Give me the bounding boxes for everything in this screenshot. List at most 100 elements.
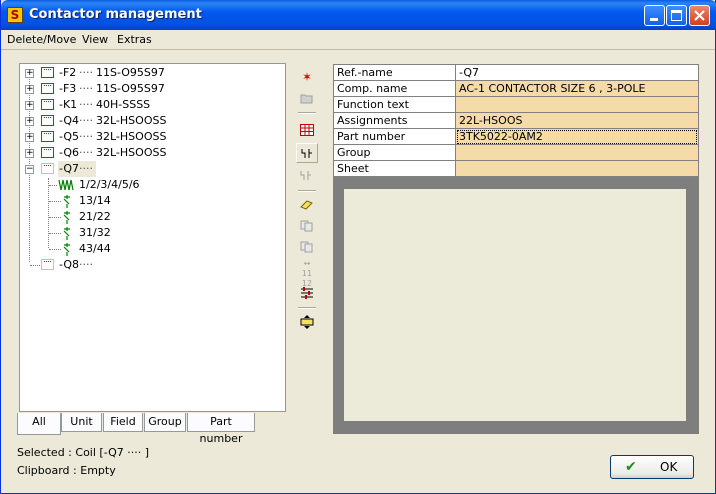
expand-icon[interactable]: + xyxy=(25,117,34,126)
tree-item-f2[interactable]: + -F2 ···· 11S-O95S97 xyxy=(20,65,285,81)
property-value[interactable]: AC-1 CONTACTOR SIZE 6 , 3-POLE xyxy=(456,81,698,97)
property-value[interactable] xyxy=(456,145,698,161)
tree-item-ref: -Q5 xyxy=(59,130,80,143)
property-row[interactable]: Group xyxy=(334,145,698,161)
tree-item-name: 32L-HSOOSS xyxy=(96,130,167,143)
contactor-icon xyxy=(41,147,54,158)
property-value[interactable] xyxy=(456,97,698,113)
tree-item-q8[interactable]: -Q8 ···· xyxy=(20,257,285,273)
contact-icon[interactable] xyxy=(296,143,318,163)
tree-connector xyxy=(49,185,57,186)
tree-item-f3[interactable]: + -F3 ···· 11S-O95S97 xyxy=(20,81,285,97)
settings-icon[interactable] xyxy=(296,283,318,303)
tab-unit[interactable]: Unit xyxy=(61,413,102,432)
property-row[interactable]: Ref.-name -Q7 xyxy=(334,65,698,81)
tab-field[interactable]: Field xyxy=(103,413,143,432)
property-label: Function text xyxy=(334,97,456,113)
expand-icon[interactable]: + xyxy=(25,69,34,78)
delete-icon[interactable]: ✶ xyxy=(296,67,318,87)
contactor-icon xyxy=(41,83,54,94)
contactor-icon xyxy=(41,131,54,142)
menu-view[interactable]: View xyxy=(82,33,108,46)
title-bar[interactable]: S Contactor management xyxy=(1,0,716,30)
property-row[interactable]: Comp. name AC-1 CONTACTOR SIZE 6 , 3-POL… xyxy=(334,81,698,97)
tree-connector xyxy=(49,217,61,218)
no-contact-icon xyxy=(63,195,70,208)
status-selected: Selected : Coil [-Q7 ···· ] xyxy=(17,446,149,459)
tree-child-contact[interactable]: 43/44 xyxy=(20,241,285,257)
paste-icon[interactable] xyxy=(296,237,318,257)
main-contacts-icon xyxy=(58,179,74,191)
tree-child-label: 13/14 xyxy=(79,194,111,207)
tree-item-k1[interactable]: + -K1 ···· 40H-SSSS xyxy=(20,97,285,113)
maximize-button[interactable] xyxy=(666,5,687,26)
property-value[interactable]: 3TK5022-0AM2 xyxy=(456,129,698,145)
tree-item-name: 32L-HSOOSS xyxy=(96,114,167,127)
eraser-icon[interactable] xyxy=(296,195,318,215)
minimize-button[interactable] xyxy=(644,5,665,26)
expand-icon[interactable]: + xyxy=(25,149,34,158)
ok-button[interactable]: ✔ OK xyxy=(610,455,694,479)
table-icon[interactable] xyxy=(296,120,318,140)
tree-child-contact[interactable]: 31/32 xyxy=(20,225,285,241)
tree-item-dots: ···· xyxy=(79,258,93,271)
tree-child-contact[interactable]: 13/14 xyxy=(20,193,285,209)
tree-item-name: 11S-O95S97 xyxy=(96,66,165,79)
copy-icon[interactable] xyxy=(296,216,318,236)
tree-item-q4[interactable]: + -Q4 ···· 32L-HSOOSS xyxy=(20,113,285,129)
contactor-icon xyxy=(41,115,54,126)
property-label: Sheet xyxy=(334,161,456,177)
menu-delete-move[interactable]: Delete/Move xyxy=(7,33,76,46)
property-value[interactable]: 22L-HSOOS xyxy=(456,113,698,129)
tab-all[interactable]: All xyxy=(17,413,61,435)
contactor-tree[interactable]: + -F2 ···· 11S-O95S97 + -F3 ···· 11S-O95… xyxy=(19,63,286,412)
property-row[interactable]: Assignments 22L-HSOOS xyxy=(334,113,698,129)
tree-connector xyxy=(49,201,61,202)
tree-item-name: 40H-SSSS xyxy=(96,98,151,111)
toolbar-separator xyxy=(298,112,316,114)
tree-item-q6[interactable]: + -Q6 ···· 32L-HSOOSS xyxy=(20,145,285,161)
tree-item-dots: ···· xyxy=(79,114,93,127)
property-row[interactable]: Function text xyxy=(334,97,698,113)
expand-icon[interactable]: + xyxy=(25,85,34,94)
tree-item-q7[interactable]: − -Q7 ···· xyxy=(20,161,285,177)
property-value[interactable] xyxy=(456,161,698,177)
property-row[interactable]: Sheet xyxy=(334,161,698,177)
property-value[interactable]: -Q7 xyxy=(456,65,698,81)
maximize-icon xyxy=(671,10,682,21)
property-label: Group xyxy=(334,145,456,161)
tree-item-ref: -Q7 xyxy=(59,162,80,175)
tree-item-name: 11S-O95S97 xyxy=(96,82,165,95)
tree-item-ref: -Q8 xyxy=(59,258,80,271)
property-grid: Ref.-name -Q7 Comp. name AC-1 CONTACTOR … xyxy=(333,64,699,178)
text-icon[interactable] xyxy=(296,312,318,332)
open-folder-icon[interactable] xyxy=(296,88,318,108)
contact-disabled-icon[interactable] xyxy=(296,165,318,185)
tree-child-label: 43/44 xyxy=(79,242,111,255)
tree-child-label: 31/32 xyxy=(79,226,111,239)
tree-item-dots: ···· xyxy=(79,66,93,79)
expand-icon[interactable]: + xyxy=(25,101,34,110)
tree-child-coil[interactable]: 1/2/3/4/5/6 xyxy=(20,177,285,193)
close-button[interactable] xyxy=(689,5,710,26)
tree-child-contact[interactable]: 21/22 xyxy=(20,209,285,225)
vertical-toolbar: ✶ ↔ 11 12 xyxy=(296,63,318,333)
window-title: Contactor management xyxy=(29,7,202,22)
swap-icon[interactable]: ↔ 11 12 xyxy=(296,259,318,288)
tab-part-number[interactable]: Part number xyxy=(187,413,255,445)
tree-item-q5[interactable]: + -Q5 ···· 32L-HSOOSS xyxy=(20,129,285,145)
tree-item-name: 32L-HSOOSS xyxy=(96,146,167,159)
menu-extras[interactable]: Extras xyxy=(117,33,152,46)
checkmark-icon: ✔ xyxy=(625,459,637,475)
toolbar-separator xyxy=(298,190,316,192)
property-label: Ref.-name xyxy=(334,65,456,81)
collapse-icon[interactable]: − xyxy=(25,165,34,174)
tree-child-label: 21/22 xyxy=(79,210,111,223)
tree-item-ref: -K1 xyxy=(59,98,78,111)
contactor-icon xyxy=(41,163,54,174)
tree-item-dots: ···· xyxy=(79,98,93,111)
expand-icon[interactable]: + xyxy=(25,133,34,142)
property-row[interactable]: Part number 3TK5022-0AM2 xyxy=(334,129,698,145)
tab-group[interactable]: Group xyxy=(144,413,186,432)
tree-connector xyxy=(30,265,40,266)
